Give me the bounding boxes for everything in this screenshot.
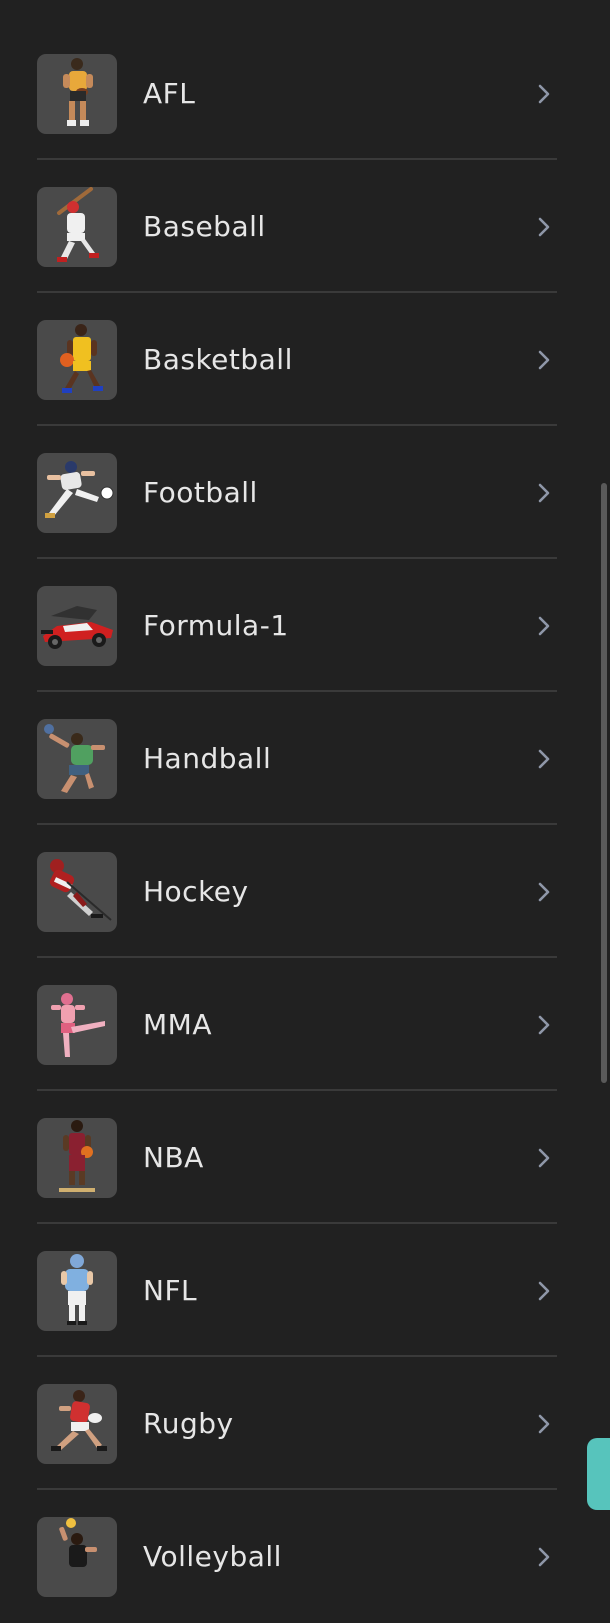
sport-label: Volleyball (143, 1540, 282, 1573)
hockey-player-icon (37, 852, 117, 932)
chevron-right-icon (533, 748, 555, 770)
sport-item-nfl[interactable]: NFL (37, 1224, 557, 1357)
formula-1-car-icon (37, 586, 117, 666)
sport-label: Football (143, 476, 258, 509)
sport-item-formula-1[interactable]: Formula-1 (37, 559, 557, 692)
sport-label: AFL (143, 77, 196, 110)
nfl-player-icon (37, 1251, 117, 1331)
sport-item-football[interactable]: Football (37, 426, 557, 559)
chevron-right-icon (533, 881, 555, 903)
baseball-player-icon (37, 187, 117, 267)
sport-label: NFL (143, 1274, 198, 1307)
sports-list: AFL Baseball Basketball Football Formula… (37, 27, 557, 1623)
sport-label: Handball (143, 742, 272, 775)
chevron-right-icon (533, 1546, 555, 1568)
sport-item-baseball[interactable]: Baseball (37, 160, 557, 293)
chevron-right-icon (533, 1014, 555, 1036)
football-player-icon (37, 453, 117, 533)
sport-label: Formula-1 (143, 609, 289, 642)
sport-item-afl[interactable]: AFL (37, 27, 557, 160)
chevron-right-icon (533, 1413, 555, 1435)
sport-item-handball[interactable]: Handball (37, 692, 557, 825)
chevron-right-icon (533, 482, 555, 504)
basketball-player-icon (37, 320, 117, 400)
afl-player-icon (37, 54, 117, 134)
sport-item-rugby[interactable]: Rugby (37, 1357, 557, 1490)
mma-fighter-icon (37, 985, 117, 1065)
nba-player-icon (37, 1118, 117, 1198)
handball-player-icon (37, 719, 117, 799)
rugby-player-icon (37, 1384, 117, 1464)
sport-label: Basketball (143, 343, 293, 376)
volleyball-player-icon (37, 1517, 117, 1597)
chevron-right-icon (533, 349, 555, 371)
sport-label: Hockey (143, 875, 249, 908)
scrollbar[interactable] (598, 0, 610, 1590)
sport-item-mma[interactable]: MMA (37, 958, 557, 1091)
chevron-right-icon (533, 1147, 555, 1169)
sport-label: NBA (143, 1141, 204, 1174)
chevron-right-icon (533, 615, 555, 637)
chevron-right-icon (533, 216, 555, 238)
sport-label: Rugby (143, 1407, 234, 1440)
sport-item-basketball[interactable]: Basketball (37, 293, 557, 426)
sport-item-volleyball[interactable]: Volleyball (37, 1490, 557, 1623)
chevron-right-icon (533, 83, 555, 105)
sport-label: Baseball (143, 210, 266, 243)
chevron-right-icon (533, 1280, 555, 1302)
sport-label: MMA (143, 1008, 212, 1041)
sport-item-hockey[interactable]: Hockey (37, 825, 557, 958)
scrollbar-thumb[interactable] (601, 483, 607, 1083)
floating-action-button[interactable] (587, 1438, 610, 1510)
sport-item-nba[interactable]: NBA (37, 1091, 557, 1224)
